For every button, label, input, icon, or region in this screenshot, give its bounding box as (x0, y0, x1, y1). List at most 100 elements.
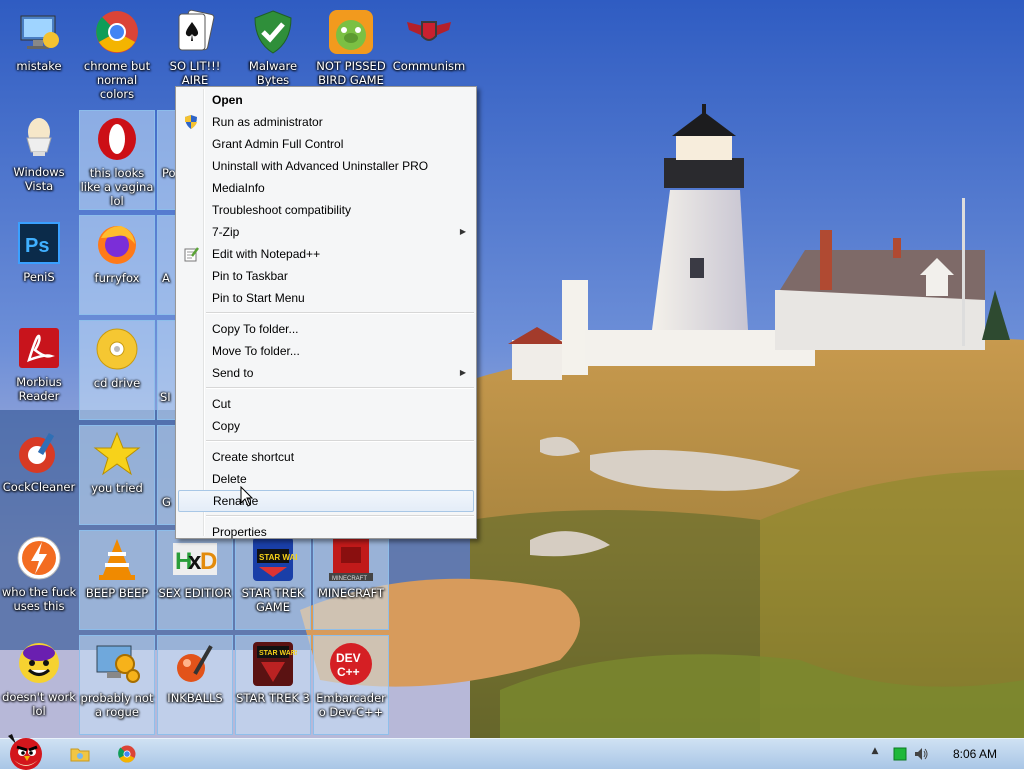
taskbar-clock[interactable]: 8:06 AM (940, 739, 1010, 769)
menu-item-label: Create shortcut (212, 450, 295, 464)
menu-item-open[interactable]: Open (178, 89, 474, 111)
menu-item-label: 7-Zip (212, 225, 240, 239)
desktop-icon-star-trek-3[interactable]: STAR WARS STAR TREK 3 (235, 635, 311, 735)
submenu-arrow-icon: ▶ (459, 227, 466, 236)
svg-text:Ps: Ps (25, 235, 49, 257)
desktop-icon-label: you tried (91, 481, 143, 495)
bad-piggies-icon (327, 8, 375, 56)
menu-item-copy-to-folder[interactable]: Copy To folder... (178, 318, 474, 340)
desktop-icon-opera[interactable]: this looks like a vagina lol (79, 110, 155, 210)
shield-check-icon (249, 8, 297, 56)
menu-item-label: Edit with Notepad++ (212, 247, 321, 261)
opera-icon (93, 115, 141, 163)
desktop-icon-you-tried[interactable]: you tried (79, 425, 155, 525)
menu-item-7zip[interactable]: 7-Zip ▶ (178, 221, 474, 243)
desktop-icon-dev-cpp[interactable]: DEV C++ Embarcadero Dev-C++ (313, 635, 389, 735)
desktop-icon-beep-beep[interactable]: BEEP BEEP (79, 530, 155, 630)
network-icon[interactable] (893, 747, 907, 761)
chrome-icon (93, 8, 141, 56)
desktop-icon-label: CockCleaner (2, 480, 76, 494)
egg-cup-icon (15, 114, 63, 162)
chrome-icon (118, 745, 136, 763)
svg-text:C++: C++ (337, 665, 360, 679)
yahoo-icon (15, 639, 63, 687)
volume-icon[interactable] (914, 747, 928, 761)
menu-item-label: Uninstall with Advanced Uninstaller PRO (212, 159, 429, 173)
menu-item-rename[interactable]: Rename (178, 490, 474, 512)
desktop-icon-probably-not-a-rogue[interactable]: probably not a rogue (79, 635, 155, 735)
desktop-icon-label: chrome but normal colors (83, 59, 151, 101)
show-hidden-icons-button[interactable]: ▲ (868, 746, 882, 760)
menu-separator (206, 312, 474, 314)
menu-item-label: Troubleshoot compatibility (212, 203, 351, 217)
menu-item-uninstall[interactable]: Uninstall with Advanced Uninstaller PRO (178, 155, 474, 177)
menu-separator (206, 515, 474, 517)
desktop-icon-inkballs[interactable]: INKBALLS (157, 635, 233, 735)
desktop-icon-hex-editor[interactable]: HxD SEX EDITIOR (157, 530, 233, 630)
desktop-icon-label: SEX EDITIOR (158, 586, 232, 600)
menu-item-label: Move To folder... (212, 344, 300, 358)
desktop-icon-label: MINECRAFT (317, 586, 385, 600)
menu-item-label: Copy To folder... (212, 322, 299, 336)
vlc-icon (93, 535, 141, 583)
desktop-icon-mistake[interactable]: mistake (1, 4, 77, 104)
desktop-icon-label: this looks like a vagina lol (80, 166, 154, 208)
desktop-icon-label: Morbius Reader (16, 375, 62, 403)
menu-item-label: Properties (212, 525, 267, 539)
menu-item-label: Open (212, 93, 243, 107)
inkball-icon (171, 640, 219, 688)
menu-item-pin-taskbar[interactable]: Pin to Taskbar (178, 265, 474, 287)
desktop-icon-firefox[interactable]: furryfox (79, 215, 155, 315)
winged-shield-icon (405, 8, 453, 56)
menu-item-mediainfo[interactable]: MediaInfo (178, 177, 474, 199)
menu-item-edit-notepad[interactable]: Edit with Notepad++ (178, 243, 474, 265)
desktop-icon-label: probably not a rogue (80, 691, 154, 719)
svg-text:D: D (200, 548, 217, 575)
taskbar-explorer-button[interactable] (68, 742, 92, 766)
menu-item-run-as-administrator[interactable]: Run as administrator (178, 111, 474, 133)
menu-item-label: Send to (212, 366, 254, 380)
desktop-icon-label: Malware Bytes (248, 59, 298, 87)
menu-item-delete[interactable]: Delete (178, 468, 474, 490)
menu-item-copy[interactable]: Copy (178, 415, 474, 437)
menu-item-grant-admin[interactable]: Grant Admin Full Control (178, 133, 474, 155)
desktop-icon-chrome[interactable]: chrome but normal colors (79, 4, 155, 104)
desktop-icon-label: mistake (16, 59, 62, 73)
menu-item-properties[interactable]: Properties (178, 521, 474, 543)
menu-item-label: MediaInfo (212, 181, 265, 195)
angry-bird-start-icon[interactable] (2, 732, 46, 770)
desktop-icon-morbius-reader[interactable]: Morbius Reader (1, 320, 77, 420)
desktop-icon-label: who the fuck uses this (1, 585, 77, 613)
desktop-icon-label: Embarcadero Dev-C++ (316, 691, 386, 719)
menu-item-move-to-folder[interactable]: Move To folder... (178, 340, 474, 362)
desktop-icon-label: Communism (392, 59, 466, 73)
cd-icon (93, 325, 141, 373)
desktop-icon-yahoo[interactable]: doesn't work lol (1, 635, 77, 735)
menu-item-label: Pin to Taskbar (212, 269, 288, 283)
computer-tool-icon (15, 8, 63, 56)
menu-item-pin-start[interactable]: Pin to Start Menu (178, 287, 474, 309)
star-icon (93, 430, 141, 478)
uac-shield-icon (185, 115, 197, 129)
menu-item-troubleshoot[interactable]: Troubleshoot compatibility (178, 199, 474, 221)
desktop-icon-windows-vista[interactable]: Windows Vista (1, 110, 77, 210)
desktop-icon-who-uses-this[interactable]: who the fuck uses this (1, 530, 77, 630)
svg-text:DEV: DEV (336, 651, 361, 665)
svg-text:MINECRAFT: MINECRAFT (332, 576, 367, 582)
explorer-icon (70, 748, 90, 762)
notepad-plus-icon (184, 247, 199, 262)
desktop-icon-minecraft[interactable]: MINECRAFT MINECRAFT (313, 530, 389, 630)
menu-item-cut[interactable]: Cut (178, 393, 474, 415)
menu-item-create-shortcut[interactable]: Create shortcut (178, 446, 474, 468)
desktop-icon-label: NOT PISSED BIRD GAME (316, 59, 386, 87)
desktop-icon-star-trek-game[interactable]: STAR WARS STAR TREK GAME (235, 530, 311, 630)
desktop-icon-cd-drive[interactable]: cd drive (79, 320, 155, 420)
desktop-icon-ccleaner[interactable]: CockCleaner (1, 425, 77, 525)
menu-separator (206, 440, 474, 442)
desktop-icon-photoshop[interactable]: Ps PeniS (1, 215, 77, 315)
monitor-gears-icon (93, 640, 141, 688)
taskbar-chrome-button[interactable] (115, 742, 139, 766)
menu-item-send-to[interactable]: Send to ▶ (178, 362, 474, 384)
desktop-icon-label: INKBALLS (167, 691, 223, 705)
firefox-icon (93, 220, 141, 268)
